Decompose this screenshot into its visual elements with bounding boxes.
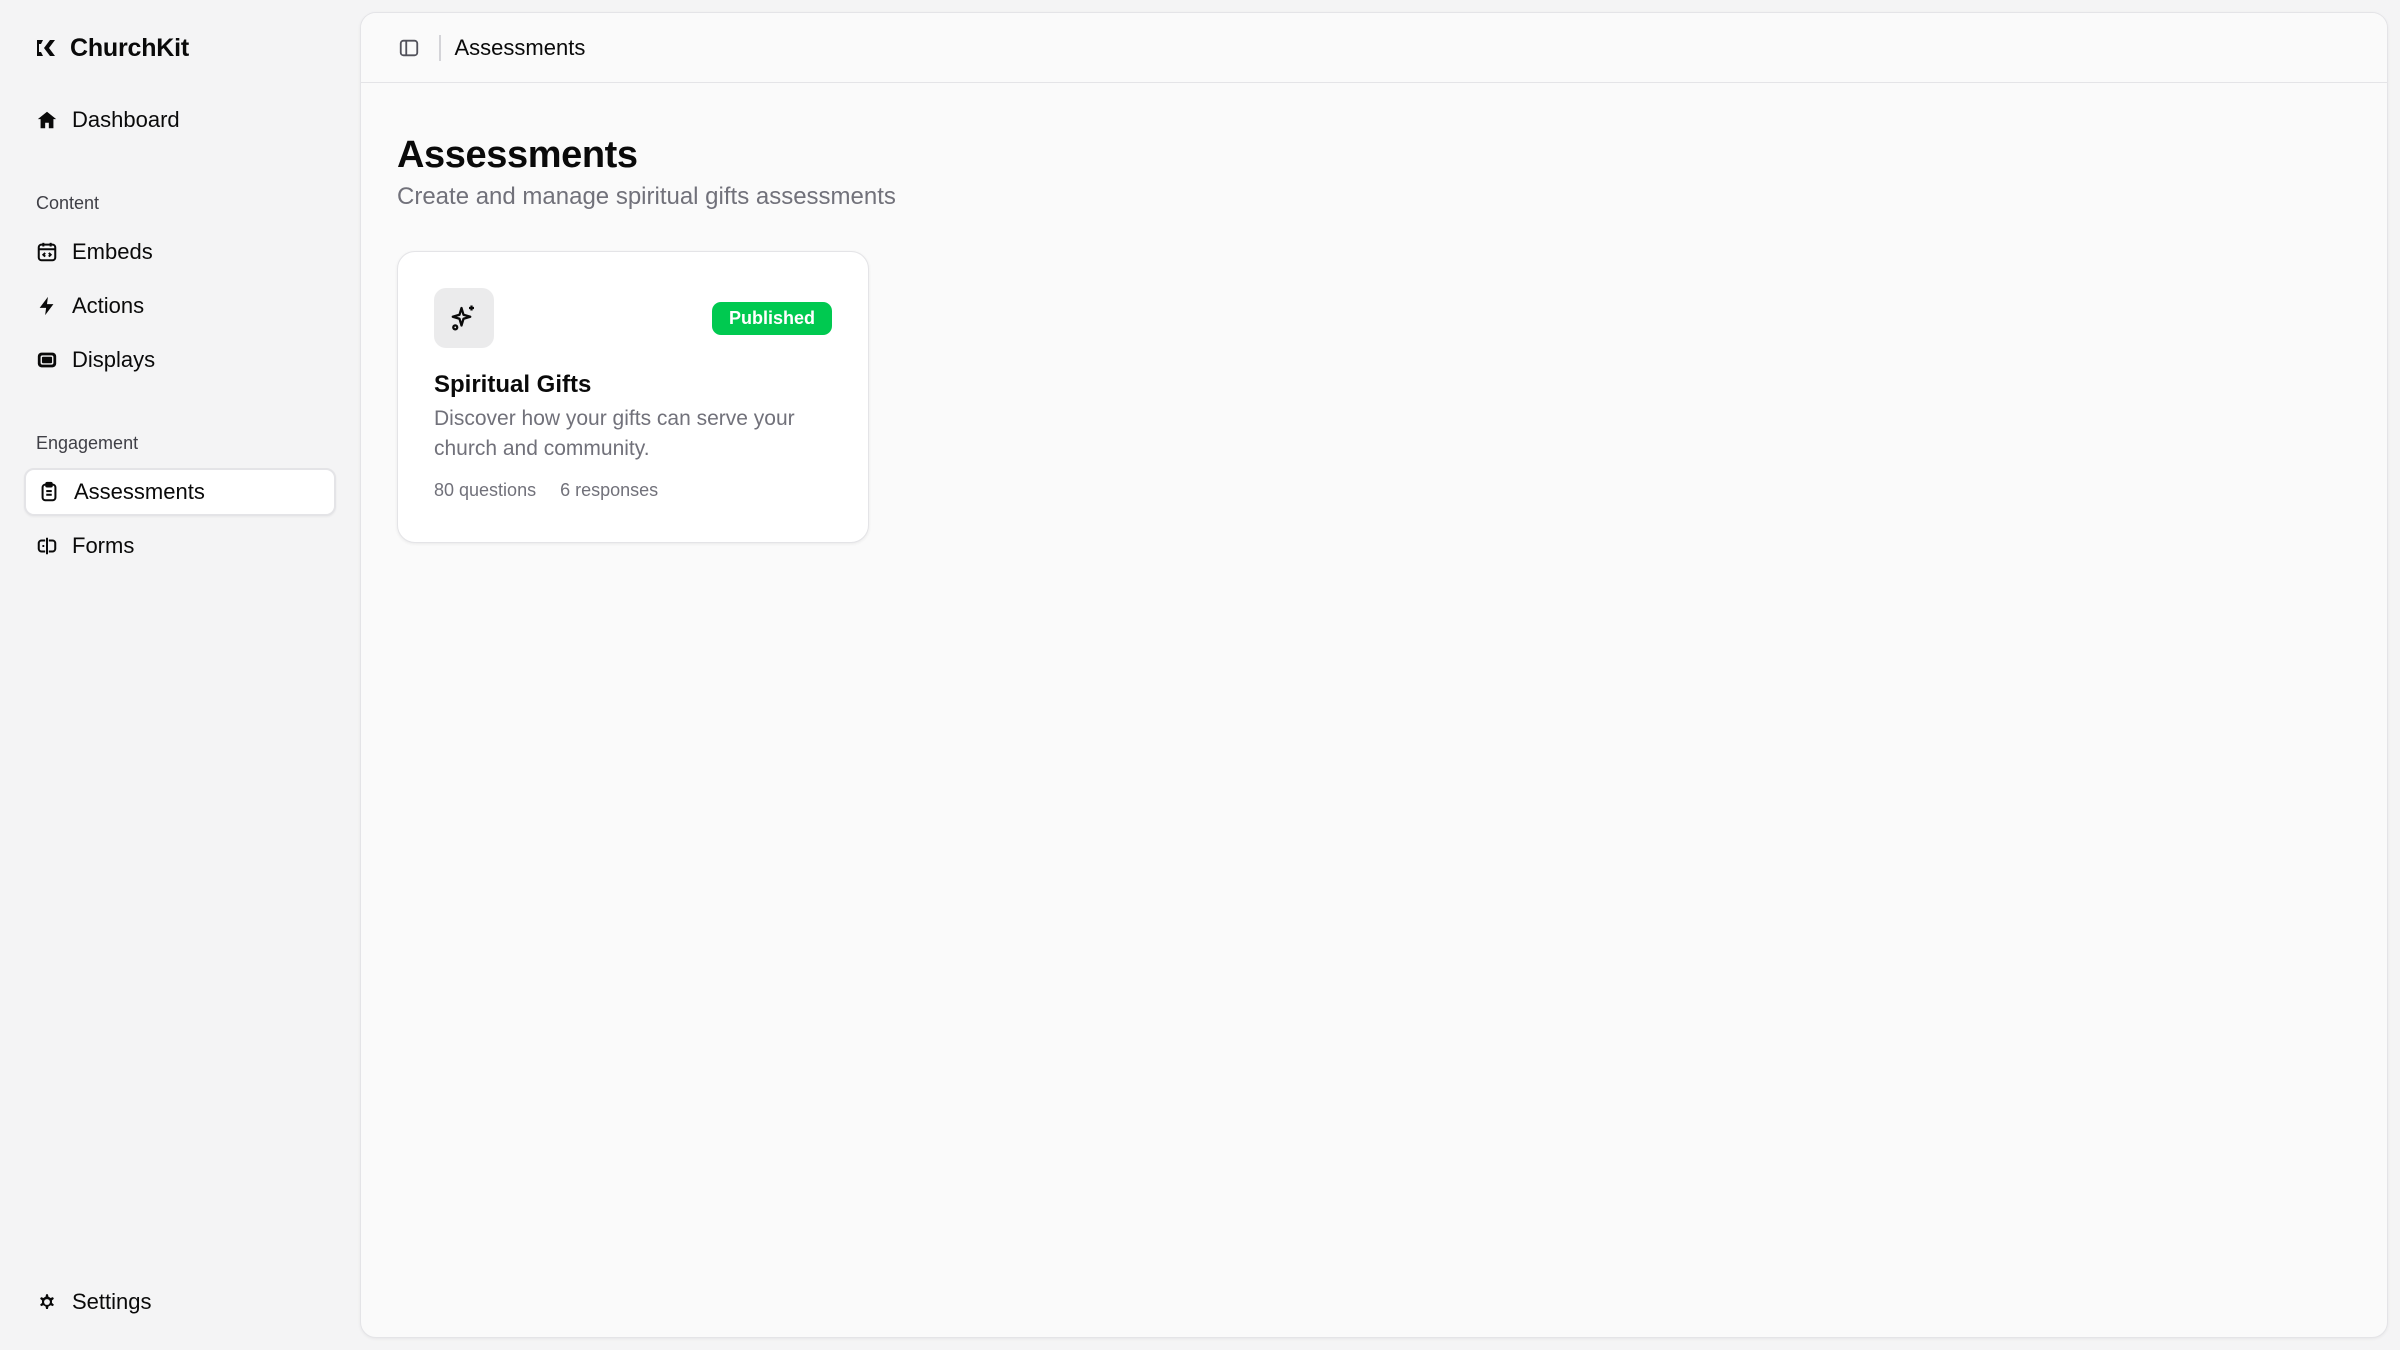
sidebar-item-dashboard[interactable]: Dashboard	[24, 96, 336, 144]
app-root: ChurchKit Dashboard Content Embeds Actio…	[0, 0, 2400, 1350]
topbar: Assessments	[361, 13, 2387, 83]
home-icon	[37, 111, 57, 129]
card-icon-box	[434, 288, 494, 348]
card-meta: 80 questions 6 responses	[434, 480, 832, 501]
clipboard-list-icon	[41, 481, 57, 502]
question-count: 80 questions	[434, 480, 537, 500]
brand[interactable]: ChurchKit	[34, 30, 189, 66]
sidebar: ChurchKit Dashboard Content Embeds Actio…	[0, 0, 360, 1350]
gear-icon	[40, 1294, 54, 1310]
breadcrumb: Assessments	[454, 34, 586, 60]
sidebar-section-engagement: Engagement	[36, 433, 139, 453]
card-title: Spiritual Gifts	[434, 371, 592, 398]
page-content: Assessments Create and manage spiritual …	[361, 83, 2387, 593]
display-icon	[37, 352, 57, 368]
sidebar-item-settings[interactable]: Settings	[24, 1278, 336, 1326]
calendar-code-icon	[37, 242, 57, 262]
churchkit-logo-icon	[37, 40, 55, 56]
sidebar-item-actions[interactable]: Actions	[24, 282, 336, 330]
sidebar-item-forms[interactable]: Forms	[24, 522, 336, 570]
sidebar-item-embeds[interactable]: Embeds	[24, 228, 336, 276]
response-count: 6 responses	[560, 480, 659, 500]
sidebar-item-label: Displays	[72, 347, 156, 372]
page-title: Assessments	[397, 134, 638, 176]
topbar-divider	[439, 34, 441, 61]
sidebar-item-label: Embeds	[72, 239, 153, 264]
form-input-icon	[37, 537, 57, 555]
sidebar-item-label: Settings	[72, 1289, 152, 1314]
card-description: Discover how your gifts can serve your c…	[434, 407, 795, 460]
sidebar-item-label: Assessments	[74, 479, 205, 504]
sidebar-toggle-button[interactable]	[389, 28, 429, 68]
sidebar-section-content: Content	[36, 193, 100, 213]
brand-name: ChurchKit	[70, 33, 190, 62]
sparkles-icon	[451, 305, 474, 331]
status-badge: Published	[711, 302, 832, 335]
sidebar-item-label: Dashboard	[72, 107, 180, 132]
main-panel: Assessments Assessments Create and manag…	[360, 12, 2388, 1338]
sidebar-item-label: Forms	[72, 533, 135, 558]
page-subtitle: Create and manage spiritual gifts assess…	[397, 183, 896, 210]
sidebar-item-displays[interactable]: Displays	[24, 336, 336, 384]
lightning-icon	[39, 296, 54, 316]
sidebar-item-assessments[interactable]: Assessments	[24, 468, 336, 516]
sidebar-item-label: Actions	[72, 293, 145, 318]
assessment-card[interactable]: Published Spiritual Gifts Discover how y…	[397, 251, 869, 543]
panel-left-icon	[399, 39, 419, 56]
